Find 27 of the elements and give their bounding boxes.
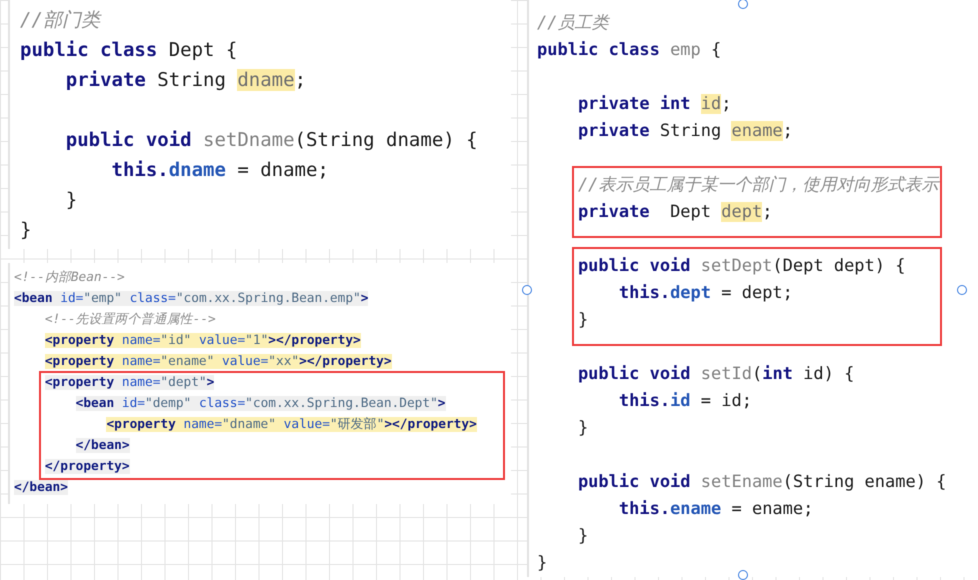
code-line: public void setDname(String dname) {	[64, 128, 478, 153]
code-line: }	[576, 525, 588, 548]
code-line: private String dname;	[64, 68, 306, 93]
code-line: public void setEname(String ename) {	[576, 471, 946, 494]
code-line: this.dname = dname;	[110, 158, 329, 183]
code-line: }	[20, 218, 32, 243]
code-comment: //部门类	[20, 8, 100, 33]
selection-handle[interactable]	[738, 570, 748, 580]
code-line: public class Dept {	[20, 38, 238, 63]
code-line: private Dept dept;	[576, 201, 772, 224]
code-comment: <!--内部Bean-->	[14, 269, 125, 287]
code-comment: //员工类	[537, 12, 608, 35]
code-line: }	[576, 417, 588, 440]
code-line: }	[537, 552, 548, 575]
selection-handle[interactable]	[522, 285, 532, 295]
code-line: this.dept = dept;	[618, 282, 793, 305]
code-line: public void setDept(Dept dept) {	[576, 255, 906, 278]
code-line: private String ename;	[576, 120, 793, 143]
code-line: }	[576, 309, 588, 332]
code-line: public void setId(int id) {	[576, 363, 854, 386]
code-comment: <!--先设置两个普通属性-->	[44, 311, 216, 329]
code-line: this.ename = ename;	[618, 498, 814, 521]
code-line: private int id;	[576, 93, 732, 116]
code-line: this.id = id;	[618, 390, 752, 413]
code-line: }	[64, 188, 78, 213]
code-line: public class emp {	[537, 39, 722, 62]
code-comment: //表示员工属于某一个部门，使用对向形式表示	[576, 174, 938, 197]
